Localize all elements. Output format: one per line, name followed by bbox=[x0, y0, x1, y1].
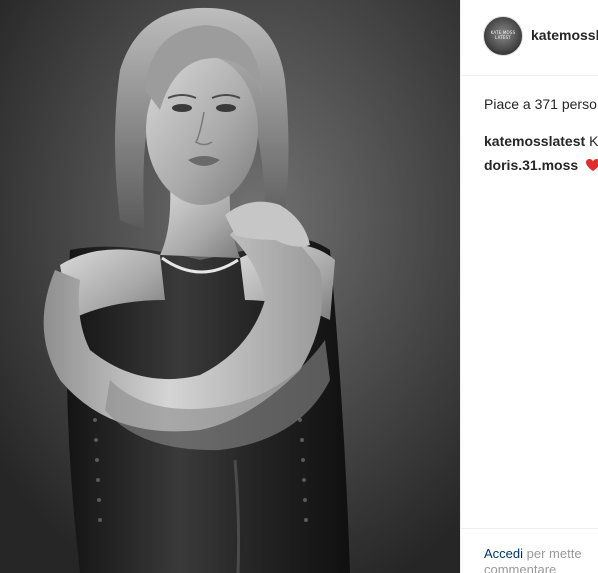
avatar-label: KATE MOSS LATEST bbox=[490, 30, 516, 40]
likes-count[interactable]: Piace a 371 perso bbox=[484, 96, 597, 112]
post-sidebar: KATE MOSS LATEST katemossl Piace a 371 p… bbox=[460, 0, 598, 573]
username-link[interactable]: katemossl bbox=[531, 27, 598, 43]
post-photo[interactable] bbox=[0, 0, 460, 573]
post-header: KATE MOSS LATEST katemossl bbox=[461, 0, 598, 76]
comment-item: doris.31.moss bbox=[484, 157, 598, 173]
login-prompt: Accedi per mette commentare bbox=[484, 546, 582, 573]
avatar[interactable]: KATE MOSS LATEST bbox=[483, 16, 523, 56]
caption: katemosslatest K bbox=[484, 133, 598, 149]
instagram-post: KATE MOSS LATEST katemossl Piace a 371 p… bbox=[0, 0, 598, 573]
heart-emoji-icon bbox=[586, 159, 598, 171]
comment-username[interactable]: doris.31.moss bbox=[484, 157, 578, 173]
login-prompt-text: per mette bbox=[526, 546, 582, 561]
comment-footer: Accedi per mette commentare bbox=[461, 528, 598, 573]
caption-username[interactable]: katemosslatest bbox=[484, 133, 585, 149]
caption-text: K bbox=[589, 133, 598, 149]
portrait-image bbox=[0, 0, 460, 573]
login-link[interactable]: Accedi bbox=[484, 546, 523, 561]
login-prompt-text-line2: commentare bbox=[484, 562, 557, 573]
